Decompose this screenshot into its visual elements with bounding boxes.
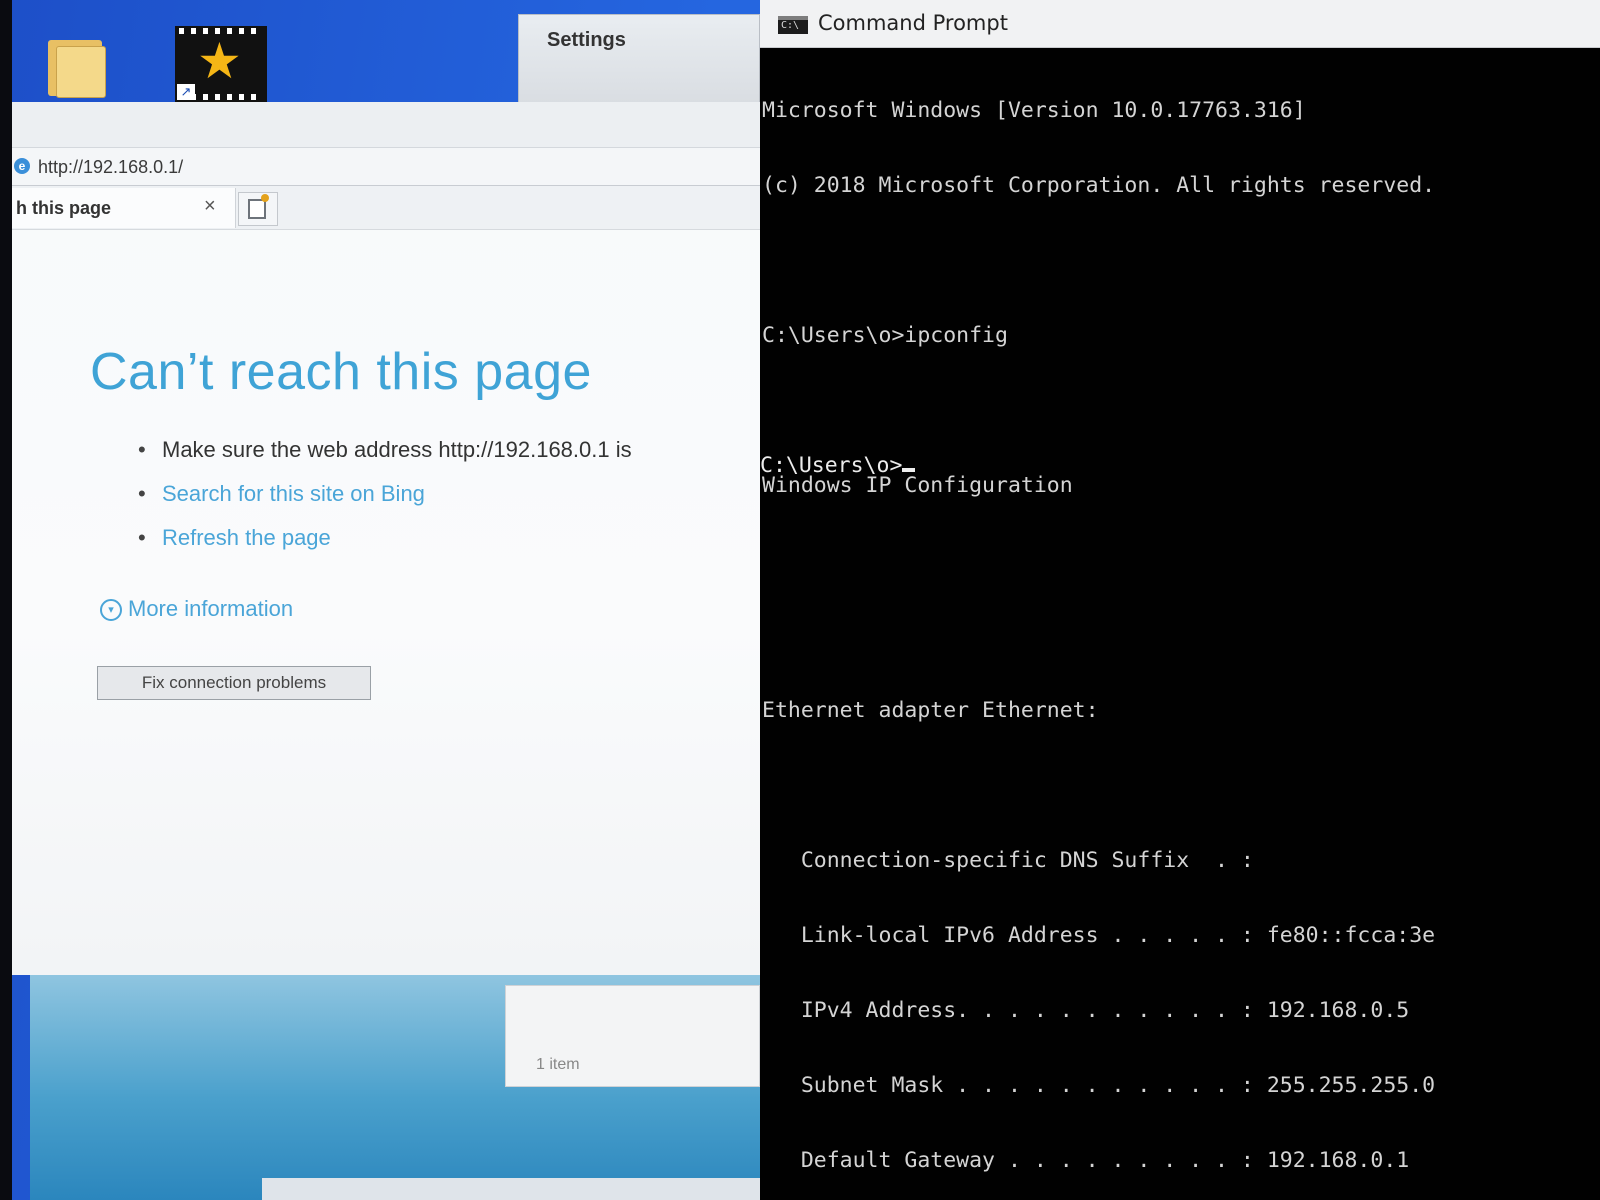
suggestion-refresh[interactable]: Refresh the page [136, 522, 632, 566]
taskbar-sliver [262, 1178, 760, 1200]
console-line: (c) 2018 Microsoft Corporation. All righ… [762, 173, 1436, 198]
console-line: Microsoft Windows [Version 10.0.17763.31… [762, 98, 1306, 123]
more-information-toggle[interactable]: ▾ More information [100, 596, 293, 622]
console-prompt[interactable]: C:\Users\o> [760, 453, 916, 478]
error-heading: Can’t reach this page [90, 343, 592, 401]
new-tab-button[interactable] [238, 192, 278, 226]
console-line: Default Gateway . . . . . . . . . : 192.… [762, 1148, 1410, 1173]
address-bar[interactable]: e http://192.168.0.1/ [12, 148, 760, 186]
cmd-titlebar[interactable]: C:\ Command Prompt [760, 0, 1600, 48]
console-line: IPv4 Address. . . . . . . . . . . : 192.… [762, 998, 1410, 1023]
settings-window[interactable]: Settings [518, 14, 760, 104]
browser-titlebar[interactable] [12, 102, 760, 148]
shortcut-arrow-icon: ↗ [177, 84, 195, 100]
prompt-text: C:\Users\o> [760, 453, 903, 478]
console-line: Subnet Mask . . . . . . . . . . . : 255.… [762, 1073, 1436, 1098]
text-cursor [902, 468, 916, 472]
star-icon: ★ [197, 33, 242, 89]
desktop: ★ ↗ Settings e http://192.168.0.1/ h thi… [0, 0, 1600, 1200]
command-prompt-window[interactable]: C:\ Command Prompt Microsoft Windows [Ve… [760, 0, 1600, 1200]
suggestion-list: Make sure the web address http://192.168… [136, 434, 632, 566]
tab-active[interactable]: h this page × [12, 188, 236, 228]
search-bing-link[interactable]: Search for this site on Bing [162, 481, 425, 506]
refresh-link[interactable]: Refresh the page [162, 525, 331, 550]
suggestion-text: Make sure the web address http://192.168… [162, 437, 632, 462]
suggestion-check-address: Make sure the web address http://192.168… [136, 434, 632, 478]
more-information-label: More information [128, 596, 294, 621]
browser-window: e http://192.168.0.1/ h this page × Can’… [12, 102, 760, 975]
tab-title: h this page [16, 198, 112, 218]
item-count: 1 item [536, 1056, 580, 1073]
edge-browser-icon: e [14, 158, 30, 174]
folder-icon[interactable] [48, 34, 108, 98]
new-tab-icon [248, 199, 266, 219]
url-field[interactable]: http://192.168.0.1/ [38, 157, 183, 178]
explorer-window-fragment: 1 item [505, 985, 760, 1087]
fix-connection-button[interactable]: Fix connection problems [97, 666, 371, 700]
console-line: Ethernet adapter Ethernet: [762, 698, 1099, 723]
movie-maker-icon[interactable]: ★ ↗ [175, 26, 267, 102]
chevron-down-icon: ▾ [100, 599, 122, 622]
settings-title: Settings [547, 29, 626, 51]
screen-bezel [0, 0, 12, 1200]
console-output[interactable]: Microsoft Windows [Version 10.0.17763.31… [762, 48, 1600, 1200]
suggestion-search-bing[interactable]: Search for this site on Bing [136, 478, 632, 522]
console-line: Link-local IPv6 Address . . . . . : fe80… [762, 923, 1436, 948]
console-line: C:\Users\o>ipconfig [762, 323, 1008, 348]
console-line: Connection-specific DNS Suffix . : [762, 848, 1254, 873]
folder-front-shape [56, 46, 106, 98]
new-tab-sparkle-icon [261, 194, 269, 202]
cmd-title: Command Prompt [818, 11, 1008, 35]
cmd-icon: C:\ [778, 16, 808, 34]
tab-strip: h this page × [12, 186, 760, 230]
tab-close-icon[interactable]: × [204, 195, 216, 218]
